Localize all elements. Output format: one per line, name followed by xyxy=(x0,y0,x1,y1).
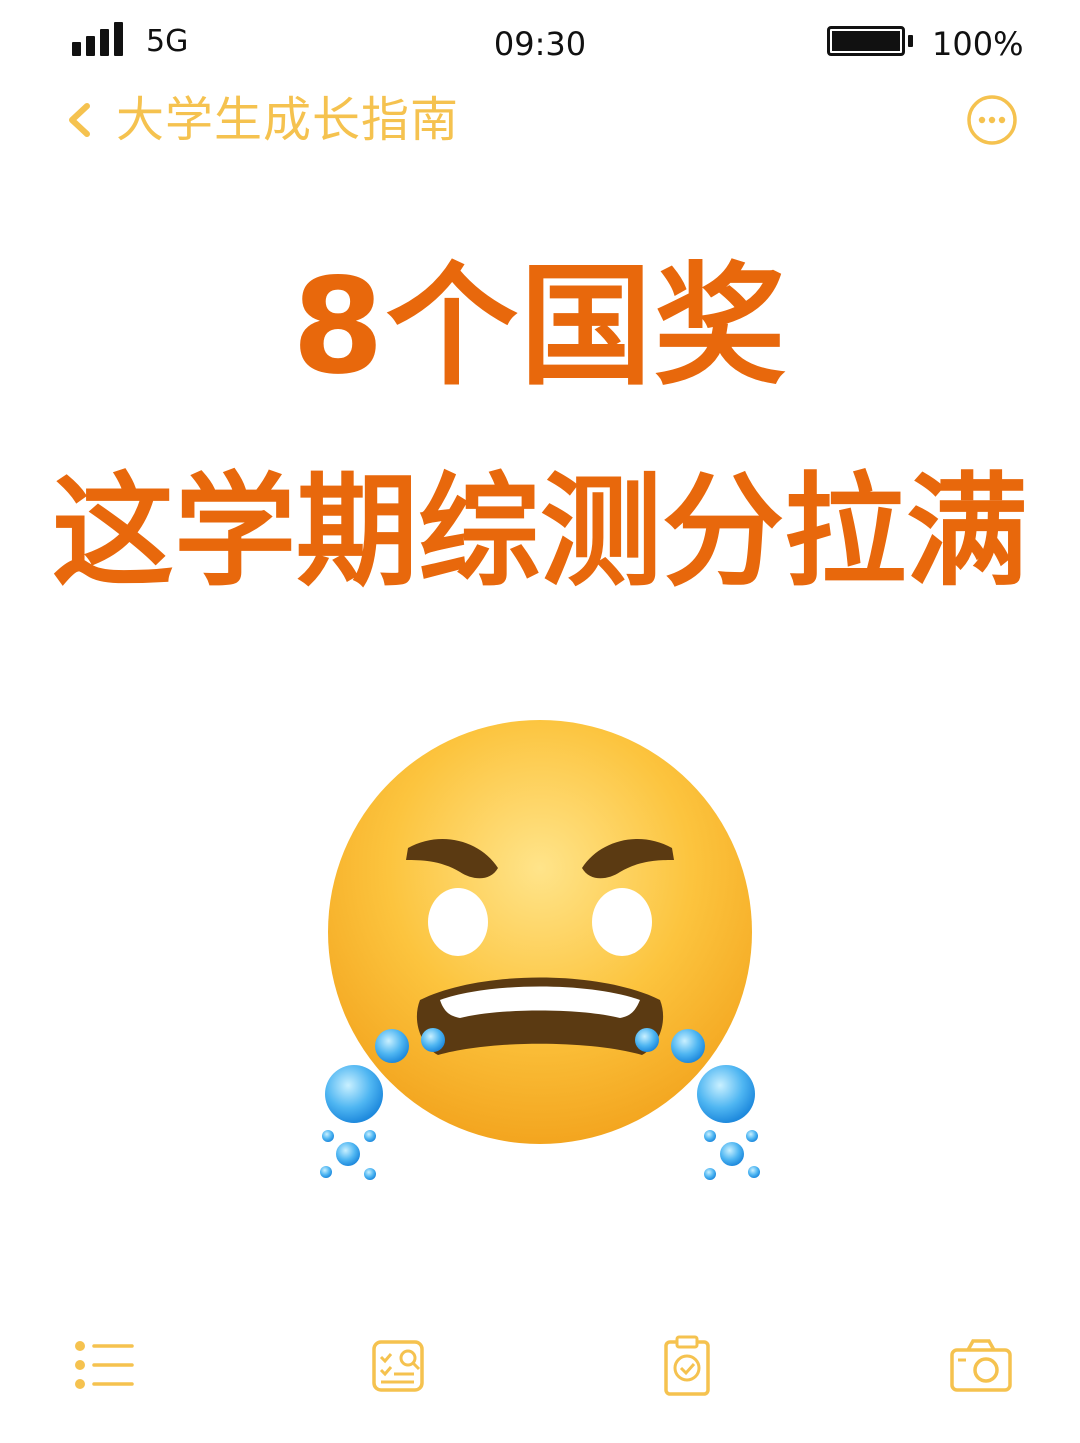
nav-title: 大学生成长指南 xyxy=(116,92,460,148)
clipboard-check-icon[interactable] xyxy=(652,1330,722,1400)
headline-line-1: 8个国奖 xyxy=(292,250,788,404)
bottom-toolbar xyxy=(0,1320,1080,1410)
headline-line-2: 这学期综测分拉满 xyxy=(52,461,1028,603)
list-icon[interactable] xyxy=(70,1330,140,1400)
more-circle-icon[interactable] xyxy=(966,94,1018,146)
angry-crying-face-emoji xyxy=(290,700,790,1200)
status-time: 09:30 xyxy=(493,25,587,63)
camera-icon[interactable] xyxy=(946,1330,1016,1400)
battery-icon xyxy=(827,26,917,60)
chevron-left-icon[interactable] xyxy=(60,98,104,142)
nav-bar: 大学生成长指南 xyxy=(0,80,1080,170)
battery-level: 100% xyxy=(932,25,1024,63)
checklist-search-icon[interactable] xyxy=(362,1330,432,1400)
status-bar: 5G 09:30 100% xyxy=(0,0,1080,80)
